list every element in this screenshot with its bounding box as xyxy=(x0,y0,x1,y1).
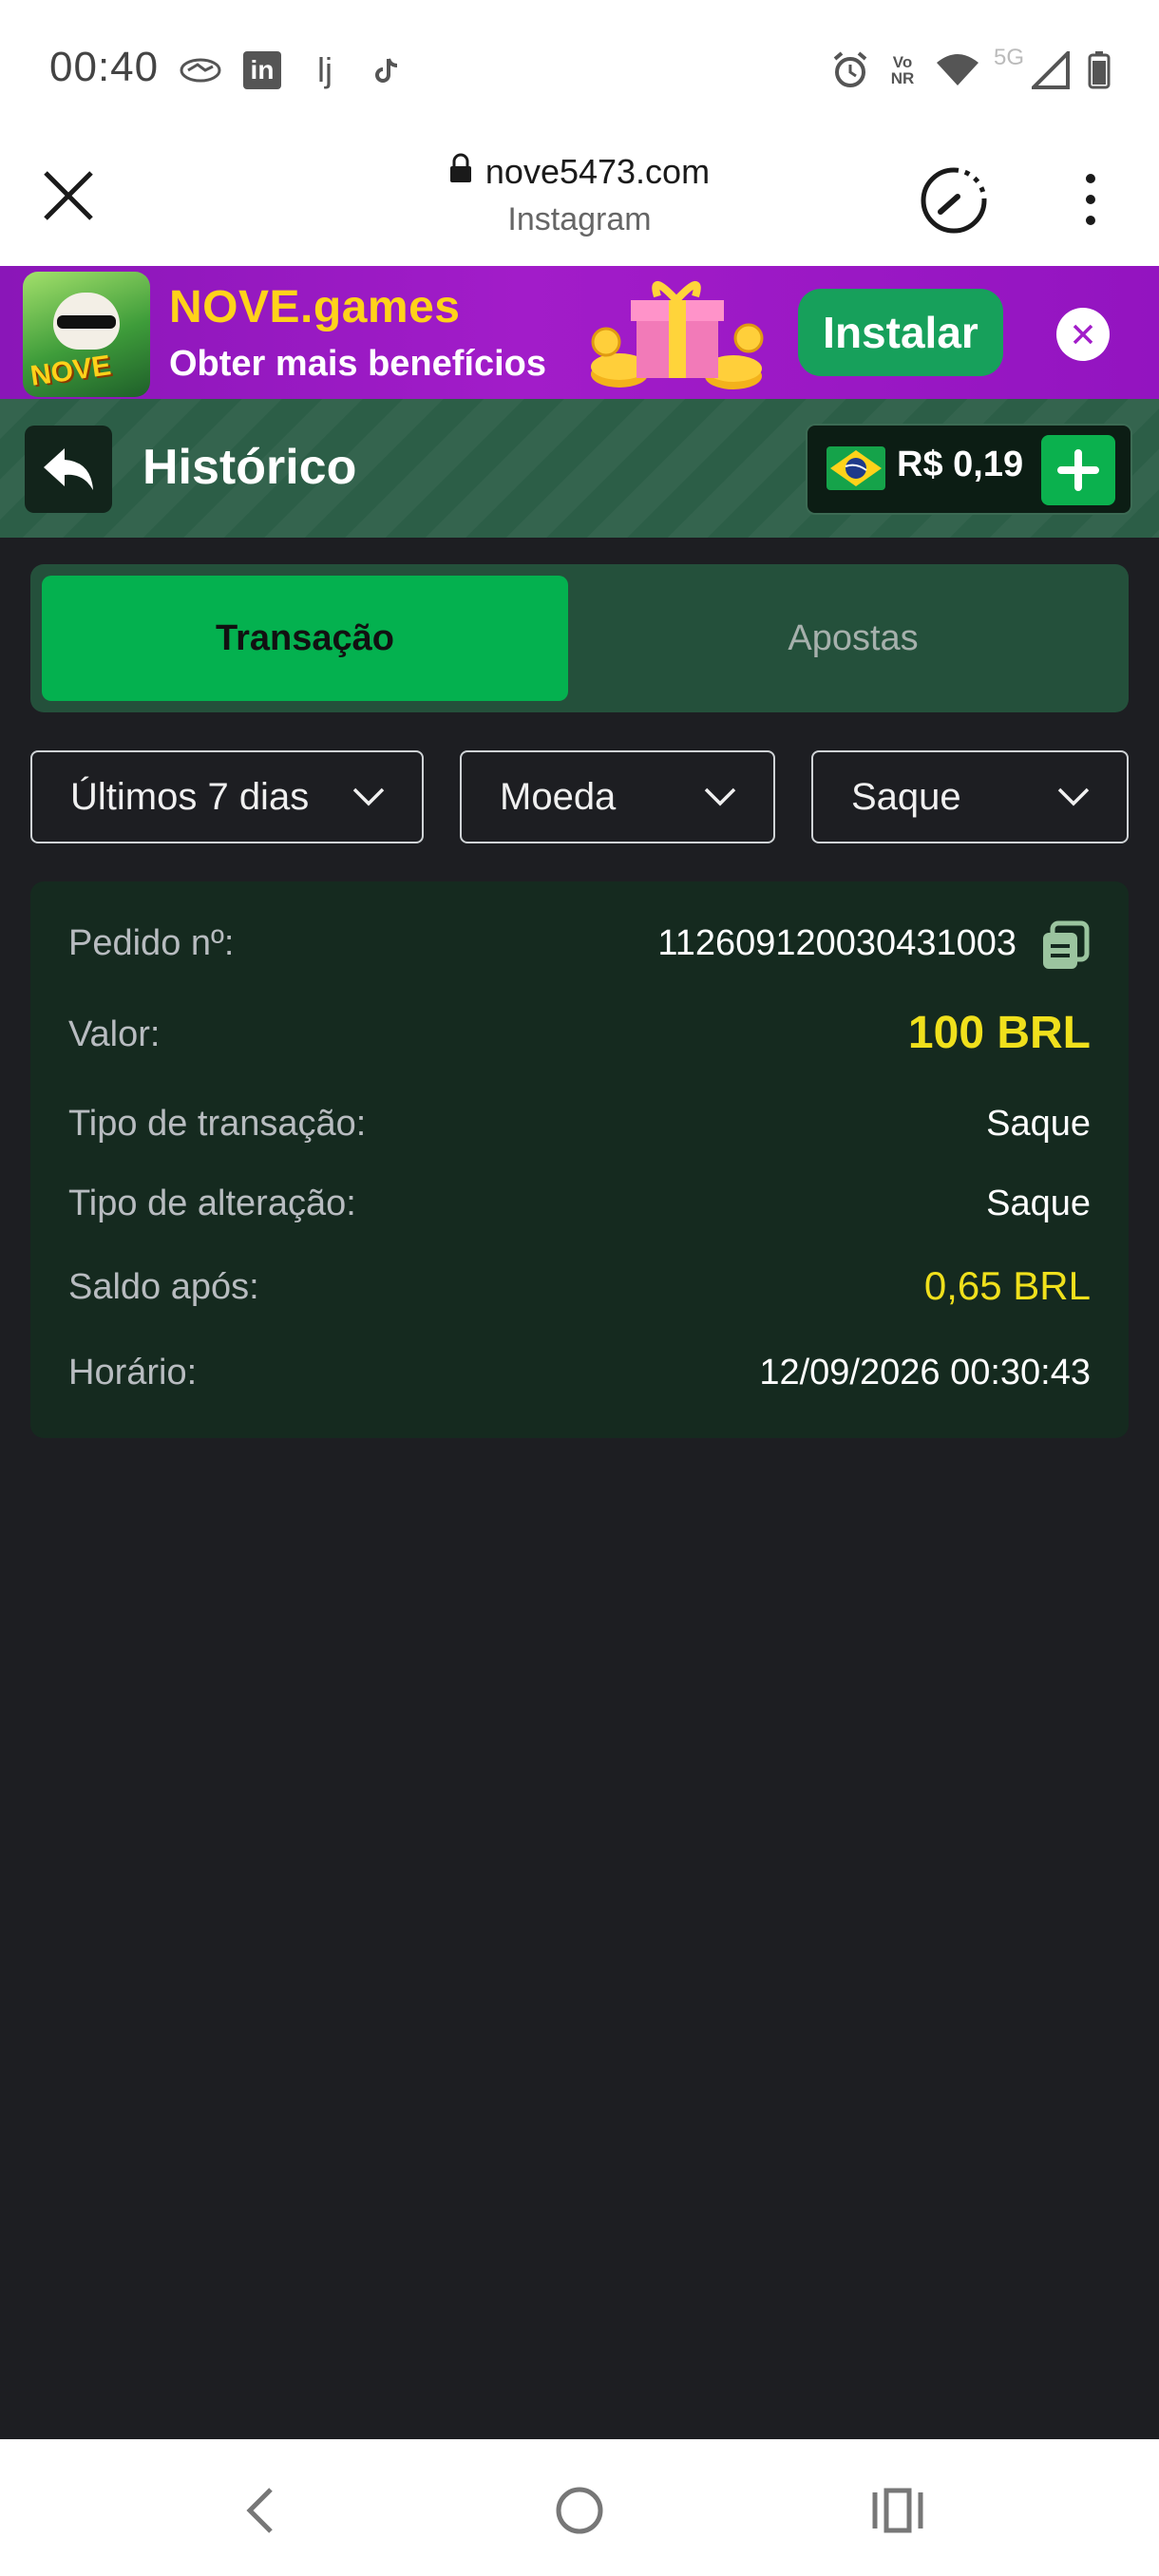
transaction-type-value: Saque xyxy=(986,1104,1091,1144)
nav-recents-icon[interactable] xyxy=(864,2477,931,2544)
signal-icon xyxy=(1030,49,1072,91)
linkedin-icon: in xyxy=(241,49,283,91)
handshake-icon xyxy=(177,49,224,91)
install-button[interactable]: Instalar xyxy=(798,289,1003,376)
page-title: Histórico xyxy=(142,440,357,495)
tiktok-icon xyxy=(369,49,407,91)
balance-amount: R$ 0,19 xyxy=(897,445,1024,484)
gift-coins-icon xyxy=(581,275,771,395)
banner-brand: NOVE.games xyxy=(169,282,461,332)
alarm-icon xyxy=(828,49,872,91)
order-number-label: Pedido nº: xyxy=(68,923,235,963)
timer-icon[interactable] xyxy=(918,164,990,237)
tab-apostas[interactable]: Apostas xyxy=(589,576,1117,701)
lj-icon: lj xyxy=(317,50,332,89)
order-number-value: 112609120030431003 xyxy=(657,923,1016,963)
more-options-icon[interactable] xyxy=(1074,171,1108,228)
change-type-label: Tipo de alteração: xyxy=(68,1184,356,1223)
deposit-plus-button[interactable] xyxy=(1041,435,1115,505)
balance-after-label: Saldo após: xyxy=(68,1267,259,1307)
tab-transacao[interactable]: Transação xyxy=(42,576,568,701)
browser-subtitle: Instagram xyxy=(507,201,652,237)
close-browser-icon[interactable] xyxy=(36,163,101,228)
type-filter-dropdown[interactable]: Saque xyxy=(811,750,1129,843)
currency-filter-value: Moeda xyxy=(500,775,617,818)
battery-icon xyxy=(1083,49,1115,91)
chevron-down-icon xyxy=(704,787,736,806)
page-url: nove5473.com xyxy=(484,152,711,191)
amount-value: 100 BRL xyxy=(907,1008,1091,1058)
brazil-flag-icon xyxy=(825,437,887,500)
transaction-type-label: Tipo de transação: xyxy=(68,1104,367,1144)
nav-back-icon[interactable] xyxy=(226,2477,293,2544)
linkedin-icon-text: in xyxy=(243,51,281,89)
back-arrow-icon xyxy=(44,448,93,490)
currency-filter-dropdown[interactable]: Moeda xyxy=(460,750,775,843)
copy-icon[interactable] xyxy=(1039,919,1091,973)
lock-icon xyxy=(449,152,472,192)
plus-icon xyxy=(1057,449,1099,491)
balance-after-value: 0,65 BRL xyxy=(923,1263,1091,1308)
banner-tagline: Obter mais benefícios xyxy=(169,344,547,384)
amount-label: Valor: xyxy=(68,1014,161,1054)
period-filter-dropdown[interactable]: Últimos 7 dias xyxy=(30,750,424,843)
time-value: 12/09/2026 00:30:43 xyxy=(759,1353,1091,1392)
status-time: 00:40 xyxy=(49,44,160,90)
chevron-down-icon xyxy=(352,787,385,806)
nav-home-icon[interactable] xyxy=(546,2477,613,2544)
change-type-value: Saque xyxy=(986,1184,1091,1223)
time-label: Horário: xyxy=(68,1353,198,1392)
vonr-icon: Vo NR xyxy=(890,53,915,87)
chevron-down-icon xyxy=(1057,787,1090,806)
period-filter-value: Últimos 7 dias xyxy=(70,775,310,818)
status-bar xyxy=(0,0,1159,142)
banner-close-icon[interactable] xyxy=(1056,308,1110,361)
5g-icon: 5G xyxy=(993,45,1024,70)
app-logo: NOVE xyxy=(23,272,150,397)
app-logo-text: NOVE xyxy=(28,350,113,392)
address-area[interactable]: nove5473.com Instagram xyxy=(323,152,836,238)
type-filter-value: Saque xyxy=(851,775,961,818)
back-button[interactable] xyxy=(25,426,112,513)
wifi-icon xyxy=(933,49,982,91)
